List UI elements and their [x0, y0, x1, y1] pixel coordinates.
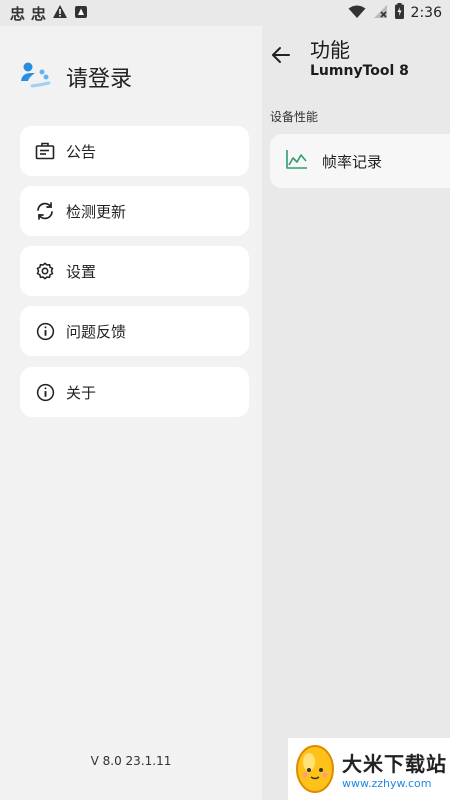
menu-label-check-update: 检测更新 [66, 202, 127, 221]
egg-mascot-icon [294, 740, 336, 798]
login-header[interactable]: 请登录 [18, 60, 132, 94]
watermark-title: 大米下载站 [342, 752, 447, 776]
login-title: 请登录 [66, 67, 133, 92]
menu-label-settings: 设置 [66, 262, 97, 281]
menu-label-about: 关于 [66, 383, 97, 402]
chart-icon [286, 149, 308, 173]
menu-item-feedback[interactable]: 问题反馈 [20, 306, 249, 356]
menu-label-announcement: 公告 [66, 142, 97, 161]
navigation-drawer: 请登录 公告 检测更新 设置 问题反馈 关于 V 8.0 23.1.11 [0, 26, 262, 800]
back-button[interactable] [266, 42, 296, 72]
announcement-icon [34, 140, 56, 162]
watermark-url: www.zzhyw.com [342, 777, 432, 790]
gear-icon [34, 260, 56, 282]
menu-item-about[interactable]: 关于 [20, 367, 249, 417]
page-title: 功能 [310, 38, 350, 62]
notification-app-icon [74, 4, 88, 23]
warning-icon [52, 4, 68, 23]
content-panel: 功能 LumnyTool 8 设备性能 帧率记录 [262, 26, 450, 800]
app-logo-icon [18, 60, 52, 94]
notification-glyph-1: 忠 [10, 4, 26, 23]
menu-item-announcement[interactable]: 公告 [20, 126, 249, 176]
page-subtitle: LumnyTool 8 [310, 63, 409, 79]
wifi-icon [348, 4, 366, 23]
app-version: V 8.0 23.1.11 [90, 754, 172, 768]
status-bar-left: 忠 忠 [10, 4, 88, 23]
watermark-text: 大米下载站 www.zzhyw.com [342, 748, 447, 790]
battery-icon [394, 3, 404, 23]
section-label: 设备性能 [270, 110, 319, 124]
status-bar-right: 2:36 [348, 3, 442, 23]
menu-label-feedback: 问题反馈 [66, 322, 127, 341]
watermark: 大米下载站 www.zzhyw.com [288, 738, 450, 800]
menu-item-settings[interactable]: 设置 [20, 246, 249, 296]
status-bar: 忠 忠 2:36 [0, 0, 450, 26]
refresh-icon [34, 200, 56, 222]
menu-item-check-update[interactable]: 检测更新 [20, 186, 249, 236]
info-icon [34, 381, 56, 403]
info-icon [34, 320, 56, 342]
feature-label: 帧率记录 [322, 152, 383, 171]
clock: 2:36 [410, 5, 442, 21]
no-signal-icon [373, 4, 388, 23]
feature-item-frame-rate[interactable]: 帧率记录 [270, 134, 450, 188]
arrow-left-icon [271, 46, 291, 68]
notification-glyph-2: 忠 [31, 4, 47, 23]
